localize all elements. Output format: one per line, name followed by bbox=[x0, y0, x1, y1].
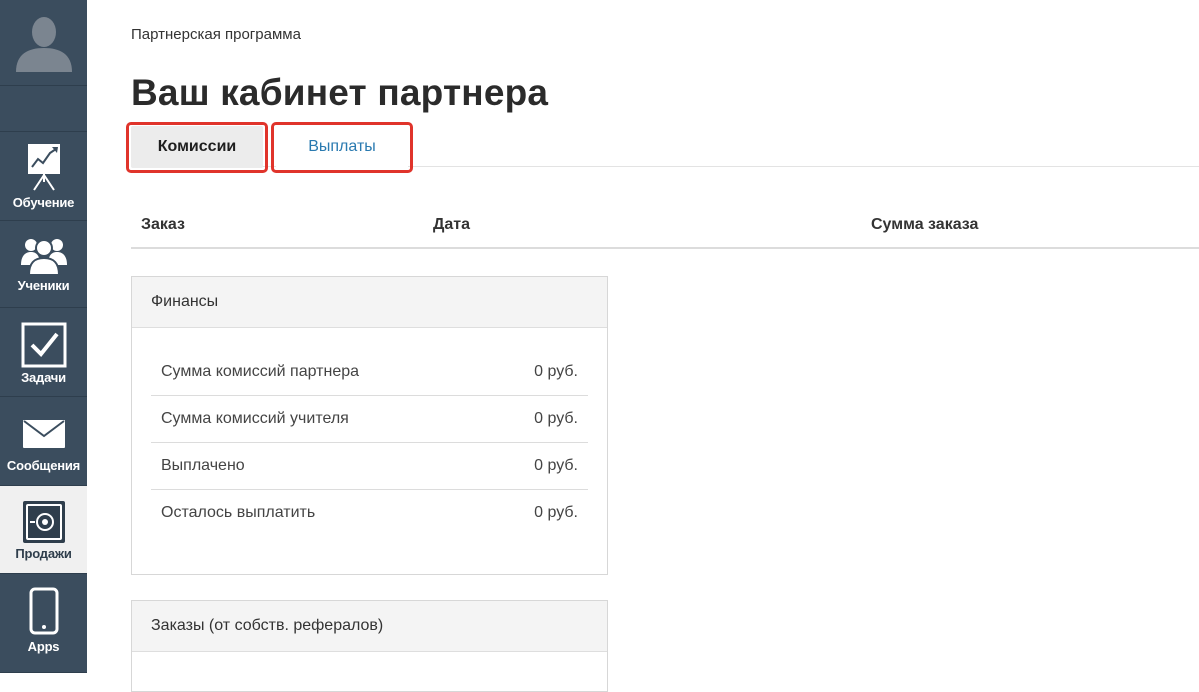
finance-row-value: 0 руб. bbox=[534, 410, 578, 427]
users-icon bbox=[0, 235, 87, 275]
finance-row-label: Сумма комиссий партнера bbox=[161, 363, 360, 380]
safe-icon bbox=[0, 500, 87, 544]
orders-panel-title: Заказы (от собств. рефералов) bbox=[132, 601, 607, 652]
finance-list: Сумма комиссий партнера 0 руб. Сумма ком… bbox=[151, 349, 588, 536]
table-header-divider bbox=[131, 247, 1199, 249]
sidebar-item-sales[interactable]: Продажи bbox=[0, 486, 87, 574]
finance-row-label: Осталось выплатить bbox=[161, 504, 316, 521]
sidebar-item-label: Ученики bbox=[17, 278, 70, 293]
checkbox-icon bbox=[0, 322, 87, 368]
finance-row: Осталось выплатить 0 руб. bbox=[151, 490, 588, 536]
finance-row-label: Сумма комиссий учителя bbox=[161, 410, 349, 427]
column-header-date: Дата bbox=[433, 216, 471, 233]
sidebar-item-label: Задачи bbox=[21, 370, 66, 385]
finance-row-value: 0 руб. bbox=[534, 363, 578, 380]
sidebar-spacer bbox=[0, 86, 87, 132]
orders-panel: Заказы (от собств. рефералов) bbox=[131, 600, 608, 692]
tab-commissions[interactable]: Комиссии bbox=[131, 126, 263, 168]
finance-row: Выплачено 0 руб. bbox=[151, 443, 588, 490]
sidebar: Обучение Ученики Задачи Сообщения Продаж… bbox=[0, 0, 87, 673]
finance-row-label: Выплачено bbox=[161, 457, 245, 474]
finance-row: Сумма комиссий партнера 0 руб. bbox=[151, 349, 588, 396]
sidebar-item-label: Продажи bbox=[15, 546, 72, 561]
finance-row-value: 0 руб. bbox=[534, 504, 578, 521]
page-title: Ваш кабинет партнера bbox=[131, 72, 549, 113]
finance-row: Сумма комиссий учителя 0 руб. bbox=[151, 396, 588, 443]
sidebar-item-label: Сообщения bbox=[6, 458, 81, 473]
smartphone-icon bbox=[0, 587, 87, 635]
tab-payouts[interactable]: Выплаты bbox=[276, 126, 408, 168]
user-avatar[interactable] bbox=[0, 0, 87, 86]
breadcrumb[interactable]: Партнерская программа bbox=[131, 26, 301, 43]
sidebar-item-apps[interactable]: Apps bbox=[0, 574, 87, 673]
finance-row-value: 0 руб. bbox=[534, 457, 578, 474]
column-header-order-sum: Сумма заказа bbox=[871, 216, 979, 233]
envelope-icon bbox=[0, 419, 87, 449]
sidebar-item-messages[interactable]: Сообщения bbox=[0, 397, 87, 486]
finance-panel: Финансы Сумма комиссий партнера 0 руб. С… bbox=[131, 276, 608, 575]
column-header-order: Заказ bbox=[141, 216, 185, 233]
user-silhouette-icon bbox=[16, 17, 72, 72]
sidebar-item-learning[interactable]: Обучение bbox=[0, 132, 87, 221]
sidebar-item-label: Обучение bbox=[12, 195, 75, 210]
sidebar-item-label: Apps bbox=[27, 639, 60, 654]
finance-panel-title: Финансы bbox=[132, 277, 607, 328]
sidebar-item-students[interactable]: Ученики bbox=[0, 221, 87, 308]
sidebar-item-tasks[interactable]: Задачи bbox=[0, 308, 87, 397]
chart-board-icon bbox=[0, 142, 87, 192]
